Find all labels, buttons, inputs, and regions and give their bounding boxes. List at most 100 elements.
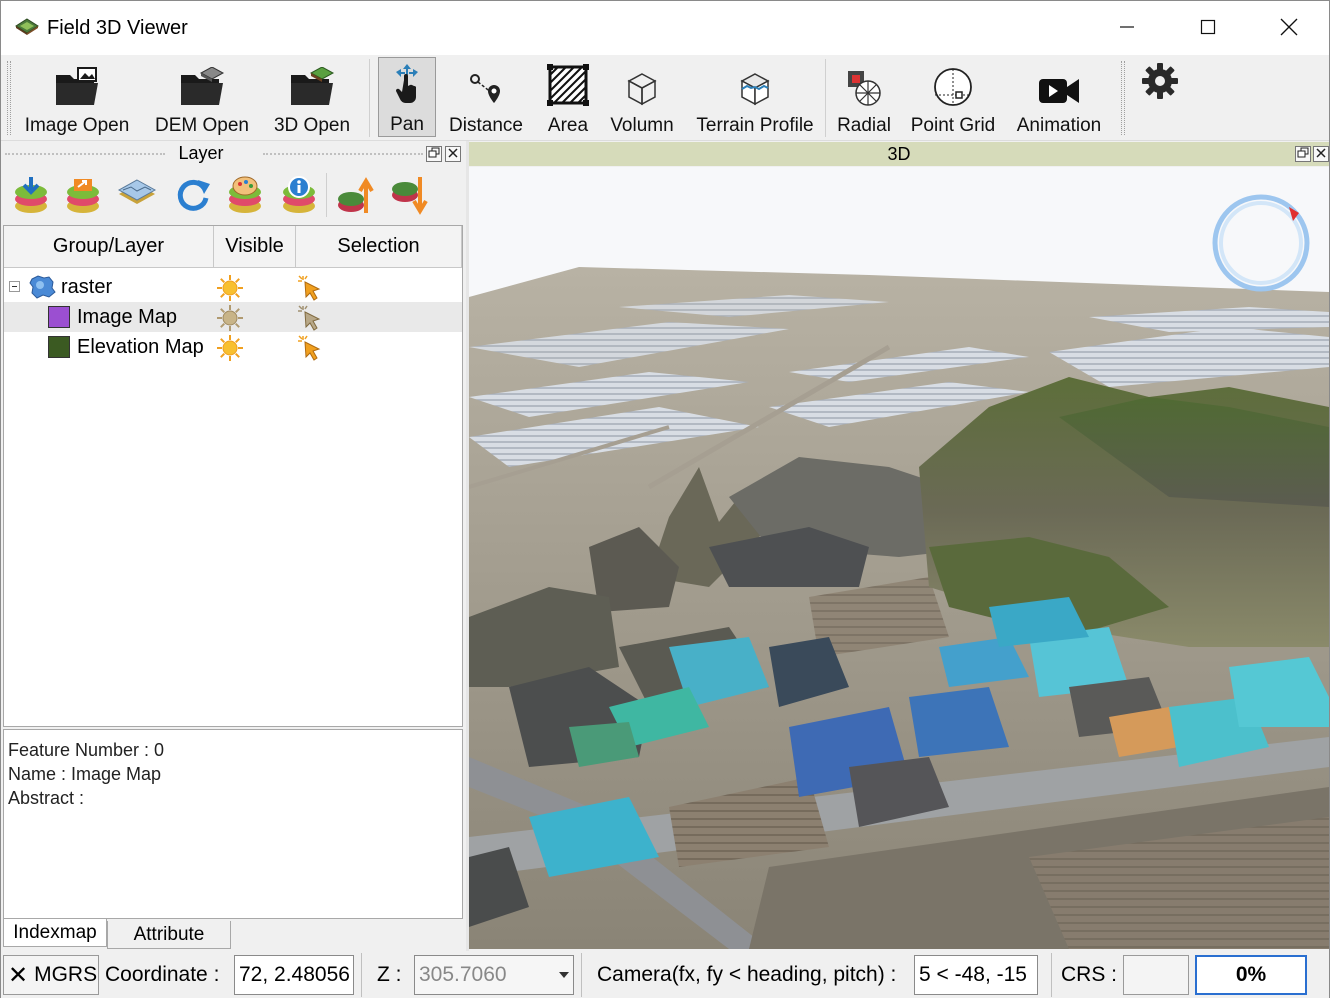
terrain-3d-canvas[interactable]	[469, 167, 1329, 949]
add-layer-icon	[15, 177, 47, 213]
terrain-profile-label: Terrain Profile	[696, 115, 814, 136]
float-view-button[interactable]	[1295, 146, 1311, 162]
view-3d-header: 3D	[469, 142, 1329, 166]
restore-icon	[428, 147, 440, 158]
close-icon	[448, 148, 458, 158]
minimize-button[interactable]	[1107, 9, 1147, 45]
info-layer-icon	[283, 176, 315, 213]
volumn-button[interactable]: Volumn	[604, 57, 680, 137]
tab-indexmap[interactable]: Indexmap	[3, 919, 107, 947]
feature-abstract-text: Abstract :	[8, 788, 85, 808]
distance-icon	[470, 74, 500, 103]
crs-field[interactable]	[1123, 955, 1189, 995]
point-grid-label: Point Grid	[910, 115, 996, 136]
video-camera-icon	[1039, 79, 1079, 103]
area-button[interactable]: Area	[539, 57, 597, 137]
image-map-swatch	[48, 306, 70, 328]
point-grid-button[interactable]: Point Grid	[905, 57, 1001, 137]
layer-image-button[interactable]	[115, 171, 159, 219]
close-panel-button[interactable]	[445, 146, 461, 162]
coordinate-field[interactable]: 72, 2.48056	[234, 955, 354, 995]
raster-group-icon	[29, 275, 56, 299]
feature-number-text: Feature Number : 0	[8, 740, 165, 760]
select-cursor-icon[interactable]	[297, 274, 325, 302]
tree-row-image-map[interactable]: Image Map	[4, 302, 462, 332]
layer-tree: Group/Layer Visible Selection raster Ima…	[3, 225, 463, 727]
tree-label-elevation-map: Elevation Map	[77, 336, 204, 358]
toolbar-grip-2[interactable]	[1121, 61, 1125, 135]
tree-row-elevation-map[interactable]: Elevation Map	[4, 332, 462, 362]
layer-panel: Layer Group/Layer Visible Selection rast…	[1, 141, 466, 951]
distance-button[interactable]: Distance	[443, 57, 529, 137]
terrain-rendering	[469, 194, 1329, 949]
distance-label: Distance	[449, 115, 523, 136]
tab-attribute[interactable]: Attribute	[107, 921, 231, 949]
visible-sun-icon[interactable]	[216, 304, 244, 332]
close-icon	[1280, 18, 1298, 36]
threed-open-button[interactable]: 3D Open	[267, 57, 357, 137]
mgrs-toggle[interactable]: ✕ MGRS	[3, 955, 99, 995]
radial-button[interactable]: Radial	[833, 57, 895, 137]
column-header-selection[interactable]: Selection	[296, 226, 462, 268]
chevron-down-icon	[559, 972, 569, 978]
layer-down-button[interactable]	[387, 171, 431, 219]
tree-label-raster: raster	[61, 276, 113, 298]
layer-info-button[interactable]	[277, 171, 321, 219]
close-button[interactable]	[1269, 9, 1309, 45]
select-cursor-icon[interactable]	[297, 304, 325, 332]
pan-button[interactable]: Pan	[378, 57, 436, 137]
title-bar: Field 3D Viewer	[1, 1, 1329, 55]
z-value-combo[interactable]: 305.7060	[414, 955, 574, 995]
mgrs-label: MGRS	[34, 963, 98, 986]
layer-up-button[interactable]	[333, 171, 377, 219]
terrain-profile-button[interactable]: Terrain Profile	[691, 57, 819, 137]
close-view-button[interactable]	[1313, 146, 1329, 162]
toolbar-grip[interactable]	[7, 61, 11, 135]
progress-text: 0%	[1235, 963, 1267, 986]
animation-label: Animation	[1016, 115, 1102, 136]
collapse-icon[interactable]	[9, 281, 20, 292]
camera-field[interactable]: 5 < -48, -15	[914, 955, 1038, 995]
compass-icon[interactable]	[1212, 194, 1310, 292]
radial-label: Radial	[837, 115, 891, 136]
z-value-text: 305.7060	[419, 963, 507, 986]
settings-button[interactable]	[1133, 57, 1187, 137]
layer-style-button[interactable]	[223, 171, 267, 219]
volumn-label: Volumn	[610, 115, 674, 136]
folder-image-icon	[56, 67, 98, 105]
view-3d-title: 3D	[887, 144, 911, 164]
app-icon	[15, 18, 39, 35]
feature-info-panel: Feature Number : 0 Name : Image Map Abst…	[3, 729, 463, 919]
checkbox-x-icon: ✕	[8, 961, 29, 989]
close-icon	[1316, 148, 1326, 158]
tree-row-raster[interactable]: raster	[4, 272, 462, 302]
float-panel-button[interactable]	[426, 146, 442, 162]
add-layer-button[interactable]	[9, 171, 53, 219]
threed-open-label: 3D Open	[273, 115, 351, 136]
image-open-label: Image Open	[24, 115, 130, 136]
folder-3d-icon	[291, 67, 335, 105]
column-header-visible[interactable]: Visible	[214, 226, 296, 268]
palette-layer-icon	[229, 176, 261, 213]
crs-label: CRS :	[1061, 963, 1118, 986]
maximize-button[interactable]	[1188, 9, 1228, 45]
refresh-button[interactable]	[171, 171, 215, 219]
visible-sun-icon[interactable]	[216, 334, 244, 362]
minimize-icon	[1120, 26, 1134, 28]
select-cursor-icon[interactable]	[297, 334, 325, 362]
camera-label: Camera(fx, fy < heading, pitch) :	[597, 963, 897, 986]
animation-button[interactable]: Animation	[1011, 57, 1107, 137]
visible-sun-icon[interactable]	[216, 274, 244, 302]
export-layer-button[interactable]	[61, 171, 105, 219]
dem-open-button[interactable]: DEM Open	[147, 57, 257, 137]
export-layer-icon	[67, 179, 99, 213]
maximize-icon	[1200, 19, 1216, 35]
image-open-button[interactable]: Image Open	[17, 57, 137, 137]
restore-icon	[1297, 147, 1309, 158]
window-title: Field 3D Viewer	[47, 17, 188, 39]
folder-dem-icon	[181, 67, 225, 105]
feature-name-text: Name : Image Map	[8, 764, 162, 784]
column-header-group-layer[interactable]: Group/Layer	[4, 226, 214, 268]
dem-open-label: DEM Open	[155, 115, 249, 136]
layer-panel-header: Layer	[1, 143, 464, 165]
